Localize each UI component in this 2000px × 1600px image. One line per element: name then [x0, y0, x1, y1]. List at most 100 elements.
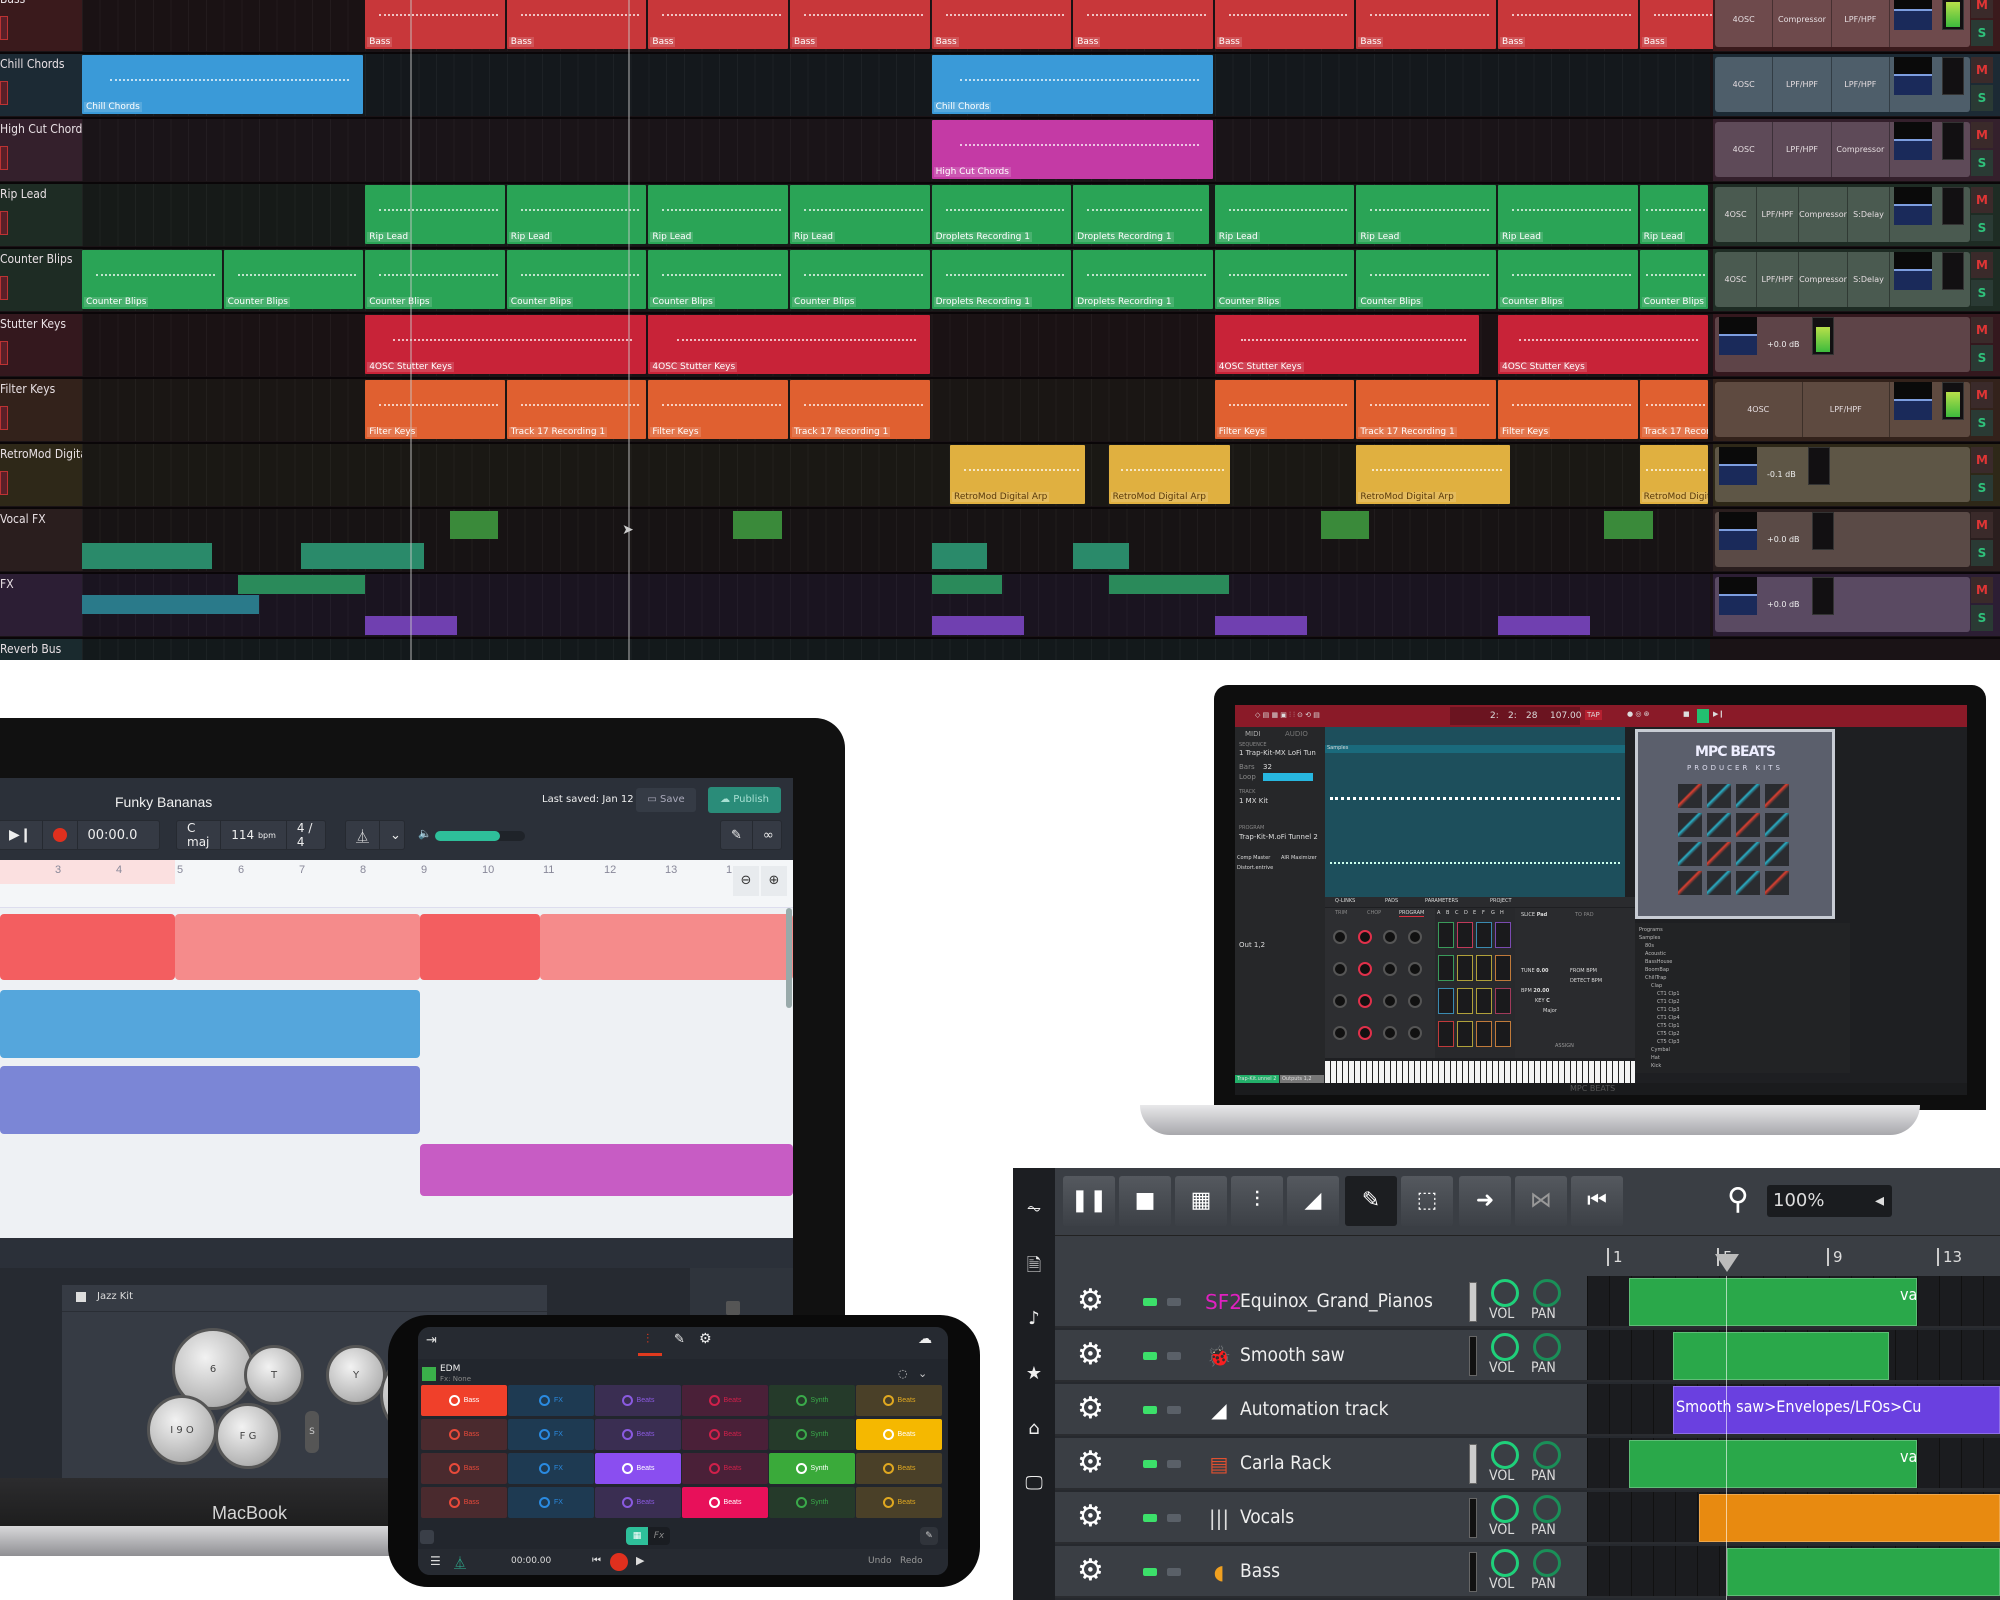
master-volume-slider[interactable]	[435, 831, 525, 841]
plugin-slot[interactable]: S:Delay	[1848, 252, 1890, 307]
solo-led[interactable]	[1167, 1568, 1181, 1576]
clip[interactable]: Bass	[365, 0, 505, 49]
volume-knob[interactable]	[1491, 1279, 1519, 1307]
add-automation-track-button[interactable]: ◢	[1287, 1176, 1339, 1226]
clip[interactable]: Rip Lead	[790, 185, 930, 244]
track-selector[interactable]: 1 MX Kit	[1239, 797, 1268, 805]
solo-led[interactable]	[1167, 1514, 1181, 1522]
clip[interactable]: Rip Lead	[648, 185, 788, 244]
param-knob[interactable]	[1358, 930, 1372, 944]
track-header[interactable]: Chill Chords	[0, 53, 82, 116]
select-mode-button[interactable]: ⬚	[1401, 1176, 1453, 1226]
plugin-slot[interactable]: LPF/HPF	[1757, 252, 1800, 307]
kit-thumbnail[interactable]	[1736, 842, 1760, 866]
program-tab[interactable]: PROGRAM	[1399, 910, 1425, 917]
bars-field[interactable]: 32	[1263, 763, 1272, 771]
pan-knob[interactable]	[1533, 1279, 1561, 1307]
plugin-slot[interactable]: Compressor	[1773, 0, 1832, 47]
kit-thumbnail[interactable]	[1736, 813, 1760, 837]
loop-points-button[interactable]: ⋈	[1515, 1176, 1567, 1226]
mute-led[interactable]	[1143, 1460, 1157, 1468]
browser-item[interactable]: ChillTrap	[1645, 975, 1666, 981]
pattern-clip[interactable]	[1699, 1494, 2000, 1542]
volume-knob[interactable]	[1491, 1441, 1519, 1469]
metronome-button[interactable]: ⏅	[346, 821, 381, 849]
plugin-slot[interactable]: LPF/HPF	[1773, 57, 1832, 112]
kit-thumbnail[interactable]	[1736, 871, 1760, 895]
audio-tab[interactable]: AUDIO	[1285, 730, 1308, 738]
track-settings-gear-icon[interactable]: ⚙	[1077, 1392, 1104, 1426]
track-settings-gear-icon[interactable]: ⚙	[1077, 1500, 1104, 1534]
kit-thumbnail[interactable]	[1707, 842, 1731, 866]
track-name[interactable]: Smooth saw	[1240, 1344, 1345, 1366]
launch-pad[interactable]: Beats	[595, 1385, 681, 1416]
clip[interactable]: Bass	[1498, 0, 1638, 49]
launch-pad[interactable]: Synth	[769, 1453, 855, 1484]
solo-led[interactable]	[1167, 1460, 1181, 1468]
track-header[interactable]: Vocal FX	[0, 508, 82, 571]
drum-pad[interactable]	[1457, 1021, 1473, 1047]
drum-pad[interactable]	[1457, 955, 1473, 981]
kit-thumbnail[interactable]	[1678, 842, 1702, 866]
kit-thumbnail[interactable]	[1707, 813, 1731, 837]
track-lane[interactable]: Counter Blips Counter Blips Counter Blips C…	[82, 248, 1710, 311]
param-knob[interactable]	[1383, 994, 1397, 1008]
auto-scroll-button[interactable]: ➜	[1459, 1176, 1511, 1226]
clip[interactable]: Filter Keys	[1498, 380, 1638, 439]
solo-button[interactable]: S	[1971, 540, 1993, 566]
track-header[interactable]: ⚙ 🐞 Smooth saw VOL PAN	[1055, 1330, 1587, 1382]
clip[interactable]: 4OSC Stutter Keys	[648, 315, 930, 374]
drum-pad[interactable]	[1438, 922, 1454, 948]
launch-pad[interactable]: Bass	[421, 1453, 507, 1484]
plugin-slot[interactable]: 4OSC	[1715, 252, 1758, 307]
slice-field[interactable]: SLICE Pad	[1521, 912, 1547, 918]
pan-knob[interactable]	[1533, 1495, 1561, 1523]
clip[interactable]: Counter Blips	[1356, 250, 1496, 309]
fx-clip[interactable]	[237, 575, 366, 594]
clip[interactable]: 4OSC Stutter Keys	[1214, 315, 1479, 374]
mute-led[interactable]	[1143, 1352, 1157, 1360]
publish-button[interactable]: ☁ Publish	[708, 787, 781, 813]
pad-bank-tab[interactable]: C	[1455, 910, 1459, 916]
tab-project[interactable]: PROJECT	[1490, 898, 1512, 904]
volume-fader[interactable]	[1893, 122, 1932, 160]
drum-pad[interactable]	[1495, 1021, 1511, 1047]
loop-button[interactable]: ∞	[753, 821, 784, 849]
volume-knob[interactable]	[1491, 1333, 1519, 1361]
metronome-icon[interactable]: ⏅	[454, 1554, 466, 1571]
fx-clip[interactable]	[301, 542, 425, 570]
play-button[interactable]	[1697, 709, 1709, 723]
mute-button[interactable]: M	[1971, 0, 1993, 18]
param-knob[interactable]	[1358, 1026, 1372, 1040]
clip[interactable]: 4OSC Stutter Keys	[1498, 315, 1709, 374]
clip[interactable]: Bass	[1073, 0, 1213, 49]
chevron-down-icon[interactable]: ⌄	[918, 1367, 927, 1380]
chevron-left-icon[interactable]: ◂	[1875, 1185, 1884, 1217]
region-clip[interactable]	[420, 1144, 793, 1196]
insert-slot[interactable]: Comp Master	[1237, 855, 1270, 861]
region-clip[interactable]	[420, 914, 540, 980]
param-knob[interactable]	[1358, 994, 1372, 1008]
browser-item[interactable]: CT1 Clp2	[1657, 999, 1680, 1005]
timeline-ruler[interactable]: 3 4 5 6 7 8 9 10 11 12 13 1	[0, 860, 793, 908]
launch-pad[interactable]: Synth	[769, 1487, 855, 1518]
clip[interactable]: Filter Keys	[648, 380, 788, 439]
param-knob[interactable]	[1383, 1026, 1397, 1040]
param-knob[interactable]	[1333, 930, 1347, 944]
mute-button[interactable]: M	[1971, 512, 1993, 538]
from-bpm-button[interactable]: FROM BPM	[1570, 968, 1597, 974]
browser-item[interactable]: Hat	[1651, 1055, 1660, 1061]
plugin-slot[interactable]: 4OSC	[1715, 57, 1774, 112]
launch-pad[interactable]: Synth	[769, 1385, 855, 1416]
drum-pad-tom2[interactable]: Y	[326, 1345, 386, 1405]
mute-led[interactable]	[1143, 1298, 1157, 1306]
drum-pad[interactable]	[1476, 955, 1492, 981]
tab-q-links[interactable]: Q-LINKS	[1335, 898, 1355, 904]
kit-thumbnail[interactable]	[1765, 784, 1789, 808]
track-name[interactable]: Bass	[1240, 1560, 1280, 1582]
track-settings-gear-icon[interactable]: ⚙	[1077, 1554, 1104, 1588]
plugin-slot[interactable]: LPF/HPF	[1757, 187, 1800, 242]
pad-bank-tab[interactable]: F	[1482, 910, 1485, 916]
mute-button[interactable]: M	[1971, 57, 1993, 83]
track-name[interactable]: Carla Rack	[1240, 1452, 1331, 1474]
